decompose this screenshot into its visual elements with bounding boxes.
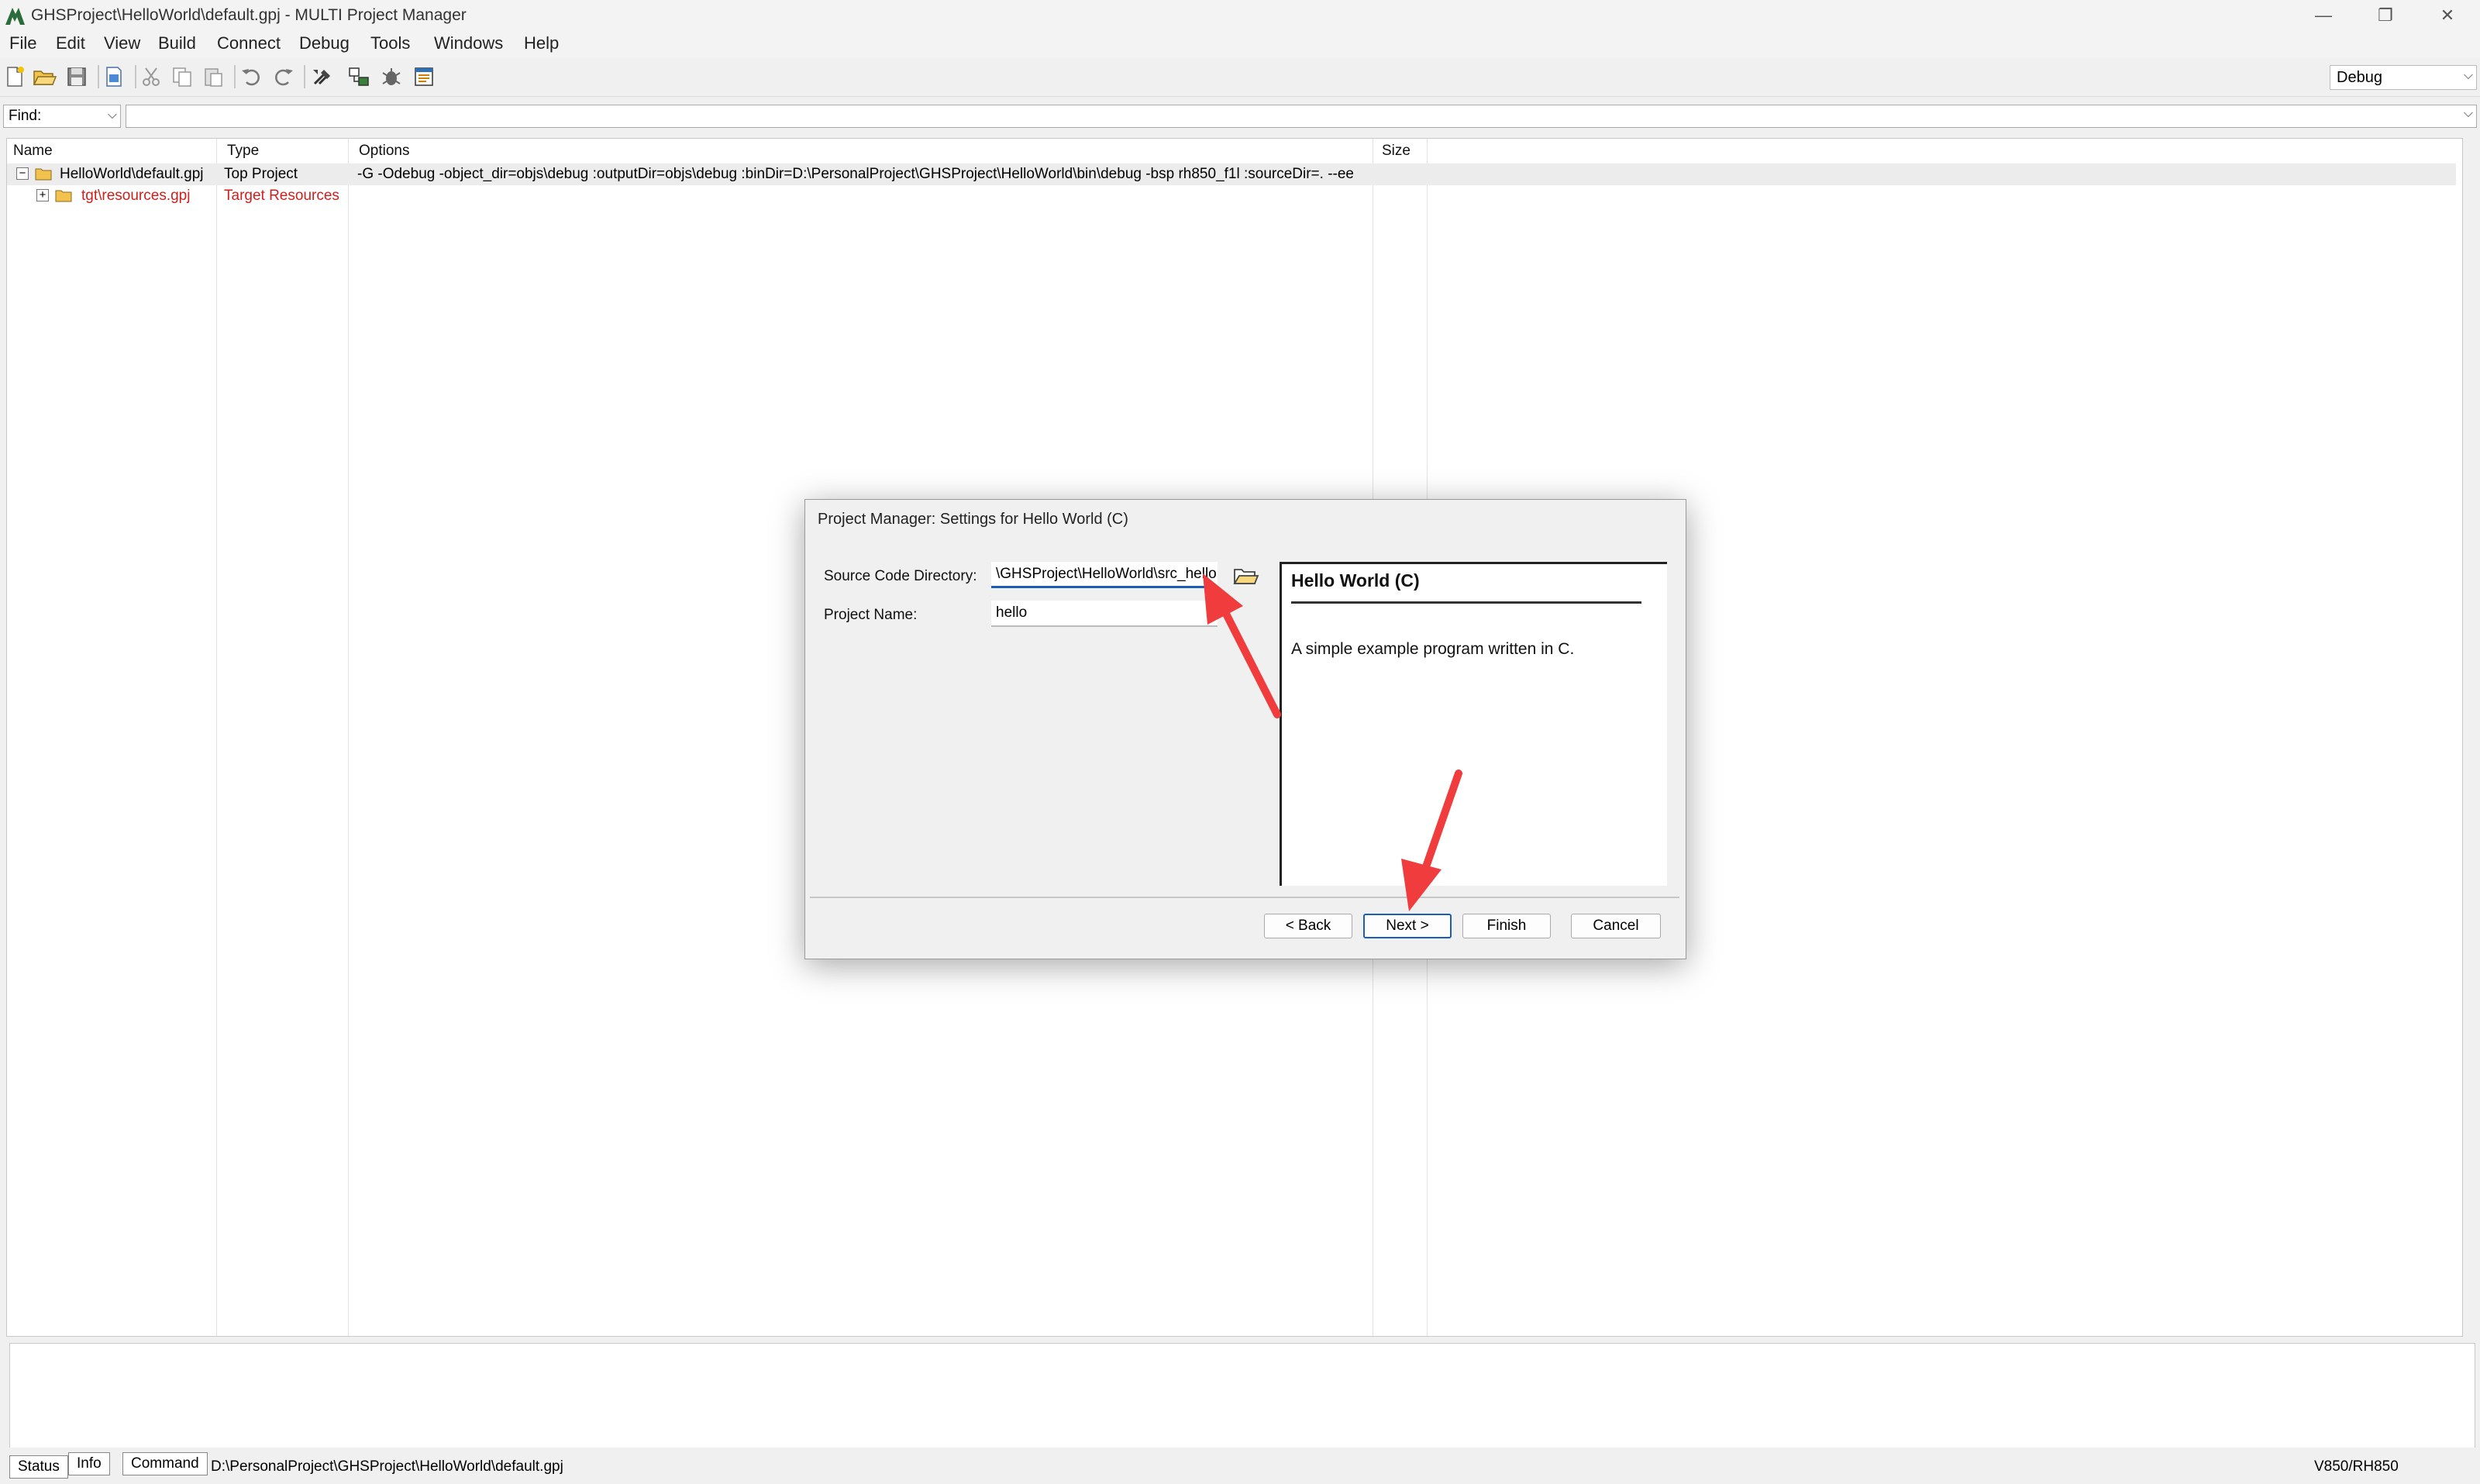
find-dropdown[interactable]: Find: ⌵: [3, 105, 121, 128]
menu-connect[interactable]: Connect: [215, 33, 282, 53]
project-settings-dialog: Project Manager: Settings for Hello Worl…: [804, 499, 1686, 959]
column-header-size[interactable]: Size: [1376, 139, 1417, 164]
finish-button[interactable]: Finish: [1462, 914, 1551, 938]
toolbar: Debug ⌵: [0, 59, 2480, 97]
tab-info[interactable]: Info: [68, 1452, 110, 1475]
column-divider: [348, 139, 349, 1336]
cancel-button[interactable]: Cancel: [1571, 914, 1661, 938]
next-button[interactable]: Next >: [1363, 914, 1452, 938]
build-config-dropdown[interactable]: Debug ⌵: [2330, 65, 2477, 90]
toolbar-separator: [135, 65, 136, 88]
open-folder-icon[interactable]: [31, 64, 57, 90]
project-name-label: Project Name:: [824, 607, 918, 623]
divider: [1291, 601, 1641, 604]
menu-bar: File Edit View Build Connect Debug Tools…: [0, 31, 2480, 57]
tree-item-type: Target Resources: [224, 188, 339, 204]
expand-toggle[interactable]: +: [36, 189, 49, 201]
back-button[interactable]: < Back: [1264, 914, 1352, 938]
column-divider: [216, 139, 217, 1336]
tree-item-name: tgt\resources.gpj: [81, 188, 191, 204]
tree-item-type: Top Project: [224, 166, 298, 182]
source-dir-label: Source Code Directory:: [824, 568, 977, 584]
menu-help[interactable]: Help: [522, 33, 560, 53]
source-dir-input[interactable]: \GHSProject\HelloWorld\src_hello: [991, 562, 1218, 588]
dialog-title: Project Manager: Settings for Hello Worl…: [818, 511, 1128, 528]
template-description: A simple example program written in C.: [1291, 640, 1575, 658]
build-config-value: Debug: [2337, 69, 2382, 86]
toolbar-separator: [234, 65, 236, 88]
project-settings-icon[interactable]: [101, 64, 127, 90]
menu-build[interactable]: Build: [157, 33, 198, 53]
status-project-path: D:\PersonalProject\GHSProject\HelloWorld…: [211, 1458, 563, 1475]
status-target: V850/RH850: [2314, 1458, 2399, 1475]
tree-row-target-resources[interactable]: + tgt\resources.gpj Target Resources: [7, 185, 2456, 207]
title-bar: GHSProject\HelloWorld\default.gpj - MULT…: [0, 0, 2480, 31]
column-header-name[interactable]: Name: [7, 139, 59, 164]
menu-windows[interactable]: Windows: [432, 33, 505, 53]
folder-icon: [55, 190, 72, 202]
tab-status[interactable]: Status: [9, 1455, 68, 1479]
multi-app-icon: [5, 8, 25, 25]
tree-row-top-project[interactable]: − HelloWorld\default.gpj Top Project -G …: [7, 164, 2456, 185]
template-info-pane: Hello World (C) A simple example program…: [1280, 562, 1667, 886]
chevron-down-icon: ⌵: [107, 108, 117, 122]
tab-command[interactable]: Command: [122, 1452, 208, 1475]
column-header-type[interactable]: Type: [221, 139, 265, 164]
find-bar: Find: ⌵ ⌵: [0, 102, 2480, 130]
folder-icon: [35, 168, 52, 181]
template-title: Hello World (C): [1291, 570, 1420, 591]
menu-view[interactable]: View: [102, 33, 142, 53]
restore-button[interactable]: ❐: [2354, 0, 2416, 31]
toolbar-separator: [304, 65, 305, 88]
chevron-down-icon: ⌵: [2463, 69, 2473, 82]
menu-edit[interactable]: Edit: [54, 33, 87, 53]
collapse-toggle[interactable]: −: [16, 167, 29, 180]
column-header-options[interactable]: Options: [353, 139, 415, 164]
minimize-button[interactable]: —: [2292, 0, 2354, 31]
chevron-down-icon: ⌵: [2463, 107, 2473, 120]
browse-folder-icon[interactable]: [1230, 562, 1261, 588]
connect-icon[interactable]: [346, 64, 372, 90]
tree-item-options: -G -Odebug -object_dir=objs\debug :outpu…: [357, 166, 1354, 182]
output-panel[interactable]: [9, 1343, 2475, 1448]
new-file-icon[interactable]: [2, 64, 28, 90]
divider: [810, 897, 1679, 898]
redo-icon[interactable]: [270, 64, 296, 90]
save-icon[interactable]: [64, 64, 90, 90]
menu-tools[interactable]: Tools: [369, 33, 412, 53]
editor-icon[interactable]: [411, 64, 437, 90]
find-input[interactable]: ⌵: [126, 105, 2477, 128]
menu-debug[interactable]: Debug: [298, 33, 351, 53]
cut-icon[interactable]: [138, 64, 164, 90]
menu-file[interactable]: File: [8, 33, 38, 53]
project-name-input[interactable]: hello: [991, 601, 1218, 627]
undo-icon[interactable]: [239, 64, 265, 90]
status-bar: Status Info Command D:\PersonalProject\G…: [0, 1448, 2480, 1484]
build-tools-icon[interactable]: [308, 64, 335, 90]
toolbar-separator: [98, 65, 99, 88]
debug-icon[interactable]: [378, 64, 405, 90]
close-button[interactable]: ✕: [2416, 0, 2478, 31]
paste-icon[interactable]: [200, 64, 226, 90]
window-title: GHSProject\HelloWorld\default.gpj - MULT…: [31, 6, 467, 24]
tree-item-name: HelloWorld\default.gpj: [60, 166, 204, 182]
find-label: Find:: [9, 108, 42, 124]
copy-icon[interactable]: [169, 64, 195, 90]
